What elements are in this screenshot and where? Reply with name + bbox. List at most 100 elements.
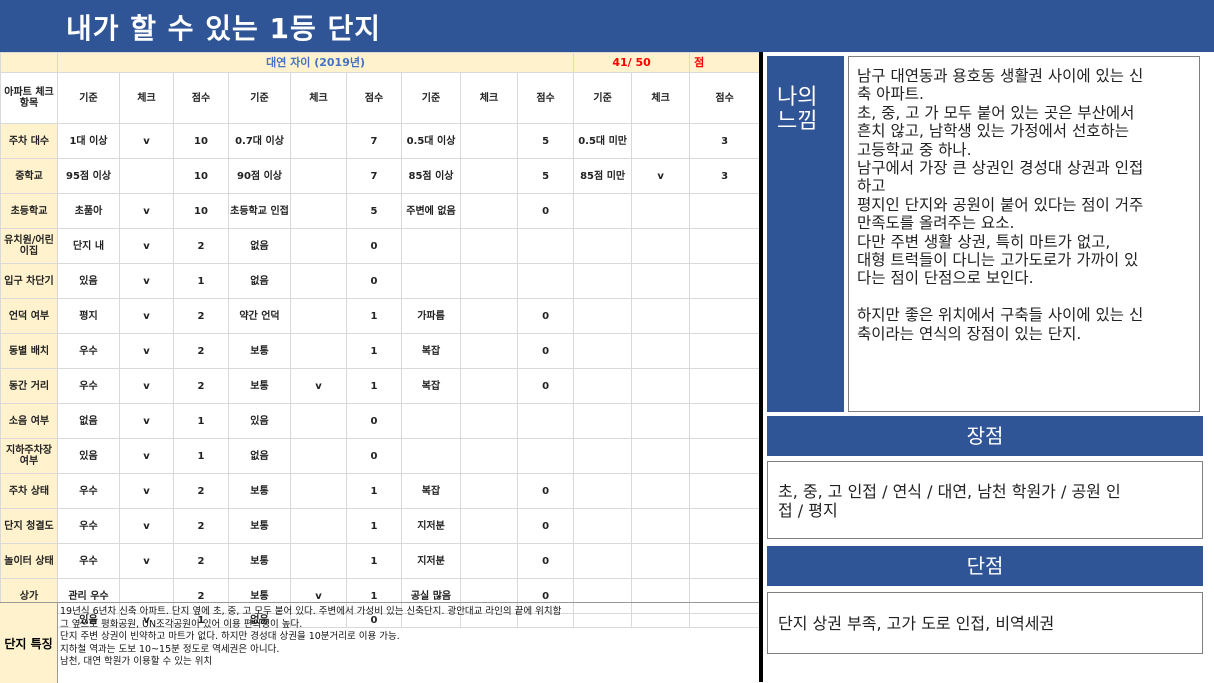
text-line: 하지만 좋은 위치에서 구축들 사이에 있는 신 (857, 306, 1144, 325)
row-category: 주차 상태 (0, 473, 58, 509)
text-line: 고등학교 중 하나. (857, 140, 972, 159)
table-cell: 있음 (57, 263, 120, 299)
text-line: 남구에서 가장 큰 상권인 경성대 상권과 인접 (857, 159, 1144, 178)
table-cell: 우수 (57, 333, 120, 369)
table-cell (631, 543, 691, 579)
table-cell (573, 508, 633, 544)
text-line: 단지 주변 상권이 빈약하고 마트가 없다. 하지만 경성대 상권을 10분거리… (60, 631, 400, 642)
table-cell: 지저분 (401, 543, 461, 579)
table-cell: 0 (516, 508, 575, 544)
title-bar: 내가 할 수 있는 1등 단지 (0, 0, 1214, 52)
table-cell: 2 (173, 368, 229, 404)
table-cell: 보통 (228, 543, 291, 579)
text-line: 대형 트럭들이 다니는 고가도로가 가까이 있 (857, 251, 1139, 270)
table-cell: 5 (516, 158, 575, 194)
table-cell (460, 298, 518, 334)
table-cell: 0.7대 이상 (228, 123, 291, 159)
table-cell: 0 (346, 263, 402, 299)
row-category: 중학교 (0, 158, 58, 194)
table-cell (631, 123, 691, 159)
table-cell: 5 (516, 123, 575, 159)
table-cell (689, 228, 761, 264)
table-cell: 2 (173, 543, 229, 579)
table-cell: 0 (516, 543, 575, 579)
features-text: 19년식 6년차 신축 아파트. 단지 옆에 초, 중, 고 모두 붙어 있다.… (60, 606, 750, 669)
pros-header: 장점 (767, 416, 1203, 456)
column-label: 기준 (573, 72, 633, 124)
table-cell (689, 263, 761, 299)
table-cell (460, 193, 518, 229)
table-cell: 85점 이상 (401, 158, 461, 194)
table-cell: v (119, 333, 174, 369)
table-cell: 우수 (57, 543, 120, 579)
score-unit: 점 (689, 52, 761, 73)
row-category: 놀이터 상태 (0, 543, 58, 579)
table-cell (631, 508, 691, 544)
table-cell (460, 228, 518, 264)
table-cell: 0 (516, 368, 575, 404)
table-cell (631, 263, 691, 299)
table-cell: v (119, 473, 174, 509)
table-cell: 있음 (228, 403, 291, 439)
table-cell: v (119, 298, 174, 334)
table-cell (689, 368, 761, 404)
table-cell: 0.5대 미만 (573, 123, 633, 159)
table-row: 소음 여부 없음 v 1 있음 0 (0, 403, 761, 439)
table-cell (516, 263, 575, 299)
table-cell (290, 473, 347, 509)
impression-label-bar: 나의 느낌 (767, 56, 844, 412)
table-cell: 약간 언덕 (228, 298, 291, 334)
table-row: 동간 거리 우수 v 2 보통 v 1 복잡 0 (0, 368, 761, 404)
table-cell (689, 333, 761, 369)
table-cell (573, 438, 633, 474)
row-category: 입구 차단기 (0, 263, 58, 299)
cons-box: 단지 상권 부족, 고가 도로 인접, 비역세권 (767, 592, 1203, 654)
table-cell: v (119, 438, 174, 474)
table-cell (631, 193, 691, 229)
table-cell: 보통 (228, 368, 291, 404)
table-cell: 1 (346, 508, 402, 544)
table-cell: 10 (173, 158, 229, 194)
table-cell: v (290, 368, 347, 404)
table-cell (401, 438, 461, 474)
table-cell: 1 (173, 403, 229, 439)
table-cell (290, 543, 347, 579)
table-row: 동별 배치 우수 v 2 보통 1 복잡 0 (0, 333, 761, 369)
text-line: 초, 중, 고 가 모두 붙어 있는 곳은 부산에서 (857, 103, 1135, 122)
total-score: 41/ 50 (573, 52, 691, 73)
table-cell: 90점 이상 (228, 158, 291, 194)
table-cell (689, 508, 761, 544)
table-cell: 우수 (57, 508, 120, 544)
column-label: 점수 (689, 72, 761, 124)
text-line: 그 옆으로 평화공원, UN조각공원이 있어 이용 편의성이 높다. (60, 618, 303, 630)
table-cell (516, 438, 575, 474)
text-line: 19년식 6년차 신축 아파트. 단지 옆에 초, 중, 고 모두 붙어 있다.… (60, 606, 562, 617)
table-cell: 복잡 (401, 473, 461, 509)
table-cell: 우수 (57, 368, 120, 404)
table-cell (689, 543, 761, 579)
pros-box: 초, 중, 고 인접 / 연식 / 대연, 남천 학원가 / 공원 인접 / 평… (767, 461, 1203, 539)
text-line: 접 / 평지 (778, 501, 838, 520)
table-cell (460, 158, 518, 194)
table-row: 언덕 여부 평지 v 2 약간 언덕 1 가파름 0 (0, 298, 761, 334)
table-cell (631, 403, 691, 439)
table-cell (460, 508, 518, 544)
table-cell: 없음 (228, 438, 291, 474)
table-cell (290, 333, 347, 369)
table-cell: 지저분 (401, 508, 461, 544)
table-cell (290, 403, 347, 439)
table-cell: 있음 (57, 438, 120, 474)
table-cell: 복잡 (401, 368, 461, 404)
row-category: 지하주차장 여부 (0, 438, 58, 474)
table-cell (689, 403, 761, 439)
text-line: 남천, 대연 학원가 이용할 수 있는 위치 (60, 656, 213, 667)
table-cell: v (119, 368, 174, 404)
table-cell: 3 (689, 123, 761, 159)
table-cell (401, 403, 461, 439)
column-label: 체크 (290, 72, 347, 124)
text-line: 평지인 단지와 공원이 붙어 있다는 점이 거주 (857, 195, 1144, 214)
table-cell: 1 (346, 333, 402, 369)
table-row: 지하주차장 여부 있음 v 1 없음 0 (0, 438, 761, 474)
table-cell (401, 228, 461, 264)
table-cell (290, 263, 347, 299)
